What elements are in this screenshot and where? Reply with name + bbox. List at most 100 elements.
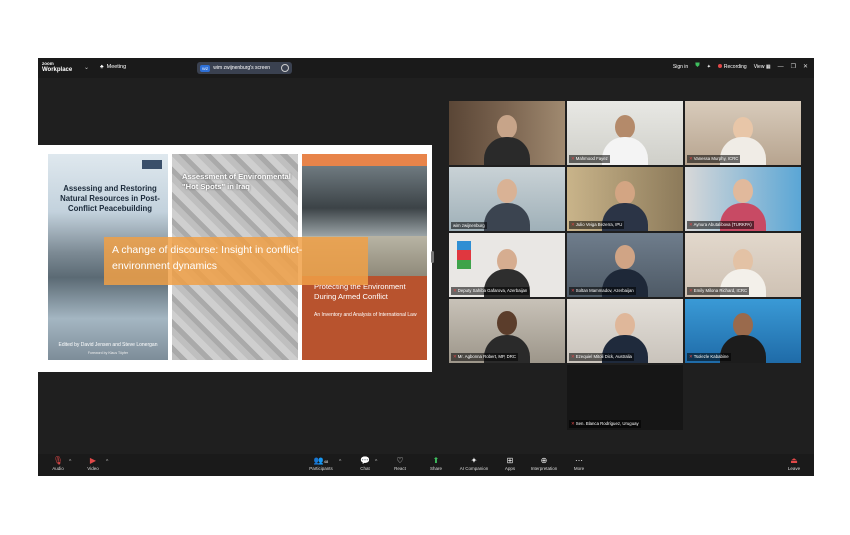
view-button[interactable]: View ▦ (754, 64, 771, 70)
video-tile[interactable]: wim zwijnenburg (449, 167, 565, 231)
video-tile[interactable]: ✕ Julio Veiga Bezerra, IPU (567, 167, 683, 231)
participant-face (615, 313, 635, 337)
participants-label: Participants (309, 466, 333, 471)
participant-face (497, 311, 517, 335)
participant-face (615, 245, 635, 269)
participant-name: ✕ Aynura Abutalibova (TURKPA) (687, 221, 754, 229)
participant-face (615, 181, 635, 205)
participants-button[interactable]: 👥48 Participants (306, 456, 336, 471)
resize-handle[interactable] (431, 251, 434, 263)
record-dot-icon (717, 63, 722, 68)
cover-sky-image (302, 166, 427, 236)
meeting-toolbar: 🎙 Audio ^ ▶ Video ^ 👥48 Participants ^ 💬… (38, 454, 814, 476)
react-button[interactable]: ♡ React (385, 456, 415, 471)
title-bar-right: Sign in ⛊ ✦ Recording View ▦ — ❐ ✕ (673, 63, 808, 70)
share-button[interactable]: ⬆ Share (421, 456, 451, 471)
video-tile[interactable]: ✕ Deputy Sahiba Gafarova, Azerbaijan (449, 233, 565, 297)
more-icon: ⋯ (575, 456, 583, 465)
options-icon[interactable] (281, 64, 289, 72)
sharer-avatar: WZ (200, 64, 211, 72)
book1-title: Assessing and Restoring Natural Resource… (60, 184, 160, 213)
participant-face (733, 179, 753, 203)
participant-face (615, 115, 635, 139)
book1-foreword: Foreword by Klaus Töpfer (87, 351, 129, 355)
audio-options-chevron-icon[interactable]: ^ (69, 459, 71, 465)
share-label: Share (429, 466, 442, 471)
ai-companion-label: AI Companion (459, 466, 489, 471)
sign-in-link[interactable]: Sign in (673, 64, 688, 70)
participant-body (484, 137, 530, 165)
more-label: More (573, 466, 585, 471)
video-tile[interactable]: ✕ Ezequiel Mitoli Dick, Australia (567, 299, 683, 363)
meeting-label: Meeting (106, 64, 127, 70)
video-tile[interactable]: ✕ Tsolezle Kababine (685, 299, 801, 363)
globe-icon: ⊕ (540, 456, 548, 465)
participant-name: ✕ Mr. Agbonna Robert, MP, DRC (451, 353, 518, 361)
screen-share-label: wim zwijnenburg's screen (213, 65, 271, 71)
participant-name: ✕ Julio Veiga Bezerra, IPU (569, 221, 625, 229)
title-bar: zoom Workplace ⌄ ♣ Meeting WZ wim zwijne… (38, 58, 814, 78)
apps-icon: ⊞ (506, 456, 514, 465)
recording-indicator[interactable]: Recording (717, 63, 747, 70)
interpretation-button[interactable]: ⊕ Interpretation (526, 456, 562, 471)
book3-subtitle: An Inventory and Analysis of Internation… (314, 312, 417, 318)
cover-strip (302, 154, 427, 166)
participant-name: ✕ Deputy Sahiba Gafarova, Azerbaijan (451, 287, 530, 295)
screen-share-indicator[interactable]: WZ wim zwijnenburg's screen (197, 62, 292, 74)
participant-name: ✕ Soltan Mammadov, Azerbaijan (569, 287, 636, 295)
meeting-menu[interactable]: ♣ Meeting (100, 64, 126, 70)
video-tile[interactable]: ✕ Emily Milona Richard, ICRC (685, 233, 801, 297)
video-tile[interactable]: ✕ Sen. Blanca Rodríguez, Uruguay (567, 365, 683, 430)
participant-name: ✕ Sen. Blanca Rodríguez, Uruguay (569, 420, 641, 428)
book2-title: Assessment of Environmental "Hot Spots" … (182, 172, 291, 191)
video-tile[interactable]: ✕ Aynura Abutalibova (TURKPA) (685, 167, 801, 231)
zoom-logo: zoom Workplace (42, 61, 72, 73)
video-tile[interactable]: ✕ Mahmood Fayez (567, 101, 683, 165)
book3-title: Protecting the Environment During Armed … (314, 282, 406, 301)
minimize-icon[interactable]: — (778, 64, 784, 70)
zoom-window: zoom Workplace ⌄ ♣ Meeting WZ wim zwijne… (38, 58, 814, 476)
video-tile[interactable]: ✕ Vanessa Murphy, ICRC (685, 101, 801, 165)
shared-screen: Assessing and Restoring Natural Resource… (38, 145, 432, 372)
video-tile[interactable]: ✕ Soltan Mammadov, Azerbaijan (567, 233, 683, 297)
video-off-icon: ▶ (89, 456, 97, 465)
participant-name: ✕ Mahmood Fayez (569, 155, 610, 163)
close-icon[interactable]: ✕ (803, 63, 808, 70)
participant-name: ✕ Emily Milona Richard, ICRC (687, 287, 750, 295)
participant-name: ✕ Ezequiel Mitoli Dick, Australia (569, 353, 634, 361)
video-options-chevron-icon[interactable]: ^ (106, 459, 108, 465)
ai-companion-button[interactable]: ✦ AI Companion (456, 456, 492, 471)
leave-button[interactable]: ⏏ Leave (779, 456, 809, 471)
sparkle-icon[interactable]: ✦ (707, 64, 711, 70)
video-tile[interactable]: ✕ Mr. Agbonna Robert, MP, DRC (449, 299, 565, 363)
shield-icon[interactable]: ⛊ (695, 63, 700, 70)
more-button[interactable]: ⋯ More (564, 456, 594, 471)
participant-body (484, 203, 530, 231)
video-button[interactable]: ▶ Video (78, 456, 108, 471)
react-label: React (394, 466, 406, 471)
participant-name: ✕ Tsolezle Kababine (687, 353, 731, 361)
slide-banner: A change of discourse: Insight in confli… (104, 237, 368, 285)
leave-icon: ⏏ (790, 456, 798, 465)
share-screen-icon: ⬆ (432, 456, 440, 465)
chevron-down-icon[interactable]: ⌄ (84, 64, 89, 71)
heart-icon: ♡ (396, 456, 404, 465)
publisher-logo (142, 160, 162, 169)
azerbaijan-flag (457, 241, 471, 269)
recording-label: Recording (723, 63, 747, 70)
leave-label: Leave (787, 466, 801, 471)
restore-icon[interactable]: ❐ (791, 63, 796, 70)
apps-label: Apps (504, 466, 516, 471)
apps-button[interactable]: ⊞ Apps (495, 456, 525, 471)
chat-label: Chat (360, 466, 370, 471)
video-tile[interactable] (449, 101, 565, 165)
book1-editors: Edited by David Jensen and Steve Lonerga… (58, 342, 158, 348)
participant-face (733, 313, 753, 337)
participants-options-chevron-icon[interactable]: ^ (339, 459, 341, 465)
sparkle-icon: ✦ (470, 456, 478, 465)
participants-icon: 👥48 (313, 456, 329, 465)
interpretation-label: Interpretation (530, 466, 558, 471)
view-label: View (753, 63, 765, 70)
chat-options-chevron-icon[interactable]: ^ (375, 459, 377, 465)
meeting-icon: ♣ (100, 64, 104, 70)
